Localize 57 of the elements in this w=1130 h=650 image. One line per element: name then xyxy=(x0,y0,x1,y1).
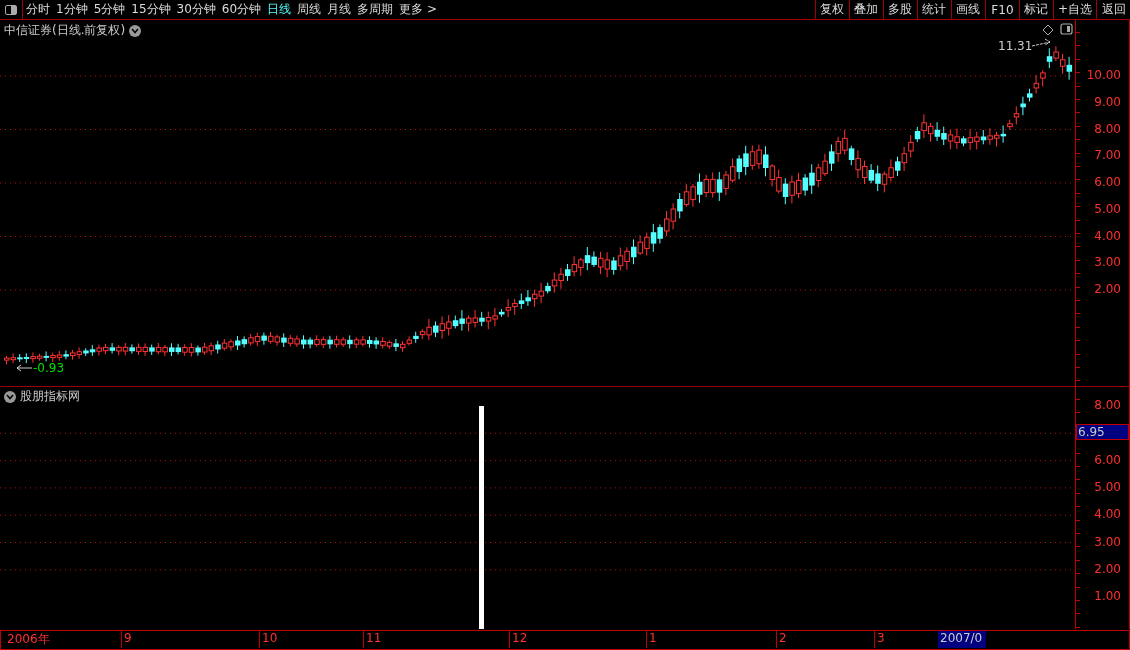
caret-icon[interactable] xyxy=(4,390,16,403)
axis-label: 7.00 xyxy=(1094,148,1121,163)
axis-label: 3.00 xyxy=(1094,534,1121,549)
panel-icon xyxy=(5,4,17,15)
date-label: 1 xyxy=(646,631,657,648)
period-tab[interactable]: 多周期 xyxy=(354,0,397,19)
axis-label: 3.00 xyxy=(1094,255,1121,270)
diamond-icon[interactable] xyxy=(1042,24,1054,36)
date-label: 10 xyxy=(259,631,278,648)
axis-label: 2.00 xyxy=(1094,561,1121,576)
axis-label: 5.00 xyxy=(1094,479,1121,494)
axis-label: 8.00 xyxy=(1094,121,1121,136)
period-tab[interactable]: 分时 xyxy=(23,0,53,19)
toolbar-button[interactable]: 多股 xyxy=(882,0,917,19)
axis-label: 6.00 xyxy=(1094,175,1121,189)
axis-label: 6.00 xyxy=(1094,452,1121,467)
toolbar-button[interactable]: 返回 xyxy=(1096,0,1130,19)
period-tab[interactable]: 日线 xyxy=(264,0,295,19)
axis-label: 8.00 xyxy=(1094,398,1121,412)
toolbar-button[interactable]: F10 xyxy=(984,0,1019,19)
date-label: 3 xyxy=(874,631,885,648)
axis-label: 9.00 xyxy=(1094,94,1121,109)
period-tab[interactable]: 月线 xyxy=(324,0,355,19)
axis-label: 2.00 xyxy=(1094,282,1121,296)
toolbar-button[interactable]: 标记 xyxy=(1018,0,1053,19)
indicator-title: 股朋指标网 xyxy=(20,388,80,405)
period-tab[interactable]: 5分钟 xyxy=(90,0,129,19)
current-value-label: 6.95 xyxy=(1076,423,1129,440)
low-arrow xyxy=(16,364,33,372)
toolbar-button[interactable]: 叠加 xyxy=(848,0,883,19)
date-label: 12 xyxy=(509,631,528,648)
period-tab[interactable]: 1分钟 xyxy=(53,0,91,19)
high-price-label: 11.31 xyxy=(998,39,1033,53)
period-tab[interactable]: 周线 xyxy=(294,0,325,19)
chart-title: 中信证券(日线.前复权) xyxy=(4,22,126,39)
period-tab[interactable]: 60分钟 xyxy=(218,0,265,19)
toolbar-button[interactable]: 复权 xyxy=(814,0,849,19)
axis-label: 4.00 xyxy=(1094,228,1121,243)
panel-icon[interactable] xyxy=(1060,23,1073,35)
axis-label: 4.00 xyxy=(1094,507,1121,522)
date-label: 2 xyxy=(776,631,787,648)
period-tab[interactable]: 30分钟 xyxy=(173,0,219,19)
high-arrow xyxy=(1031,38,1051,47)
period-tab[interactable]: 更多 > xyxy=(396,0,440,19)
axis-label: 10.00 xyxy=(1086,68,1121,82)
axis-label: 1.00 xyxy=(1094,589,1121,604)
toolbar-button[interactable]: 画线 xyxy=(950,0,985,19)
low-price-label: -0.93 xyxy=(33,361,65,375)
date-label: 11 xyxy=(363,631,382,648)
date-label: 9 xyxy=(121,631,132,648)
axis-label: 5.00 xyxy=(1094,201,1121,216)
toolbar-button[interactable]: 统计 xyxy=(916,0,951,19)
toolbar-button[interactable]: +自选 xyxy=(1052,0,1096,19)
current-date-label: 2007/0 xyxy=(938,631,986,648)
caret-icon[interactable] xyxy=(129,24,142,37)
period-tab[interactable]: 15分钟 xyxy=(128,0,174,19)
date-label: 2006年 xyxy=(6,631,50,648)
